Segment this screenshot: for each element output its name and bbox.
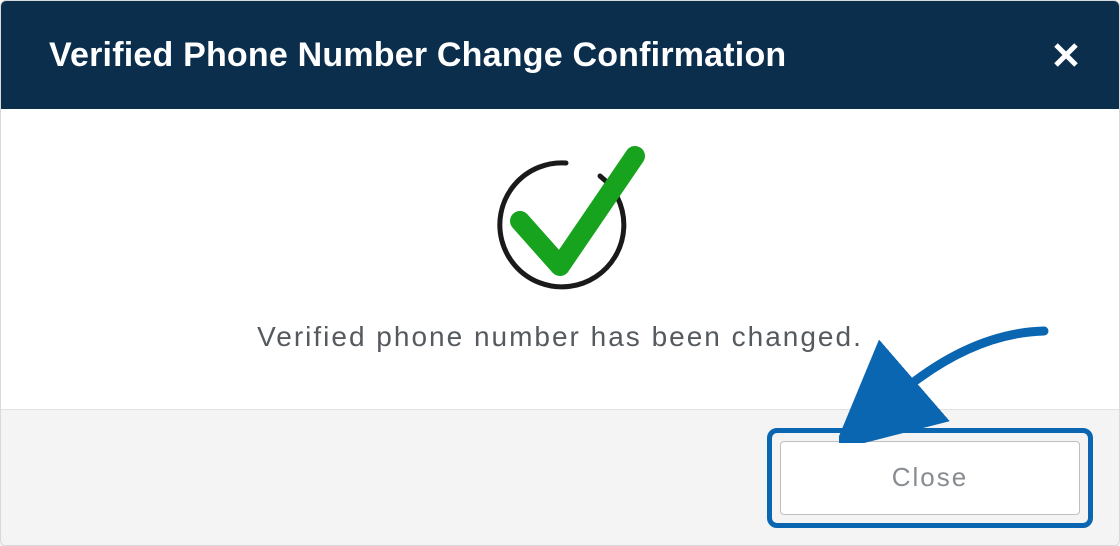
close-icon[interactable] (1049, 38, 1083, 72)
close-button-label: Close (892, 462, 968, 493)
dialog-body: Verified phone number has been changed. (1, 109, 1119, 409)
close-button[interactable]: Close (780, 441, 1080, 515)
dialog-title: Verified Phone Number Change Confirmatio… (49, 36, 786, 75)
close-button-highlight: Close (767, 428, 1093, 528)
confirmation-message: Verified phone number has been changed. (257, 321, 863, 353)
confirmation-dialog: Verified Phone Number Change Confirmatio… (0, 0, 1120, 546)
dialog-header: Verified Phone Number Change Confirmatio… (1, 1, 1119, 109)
dialog-footer: Close (1, 409, 1119, 545)
success-checkmark-icon (460, 131, 660, 301)
